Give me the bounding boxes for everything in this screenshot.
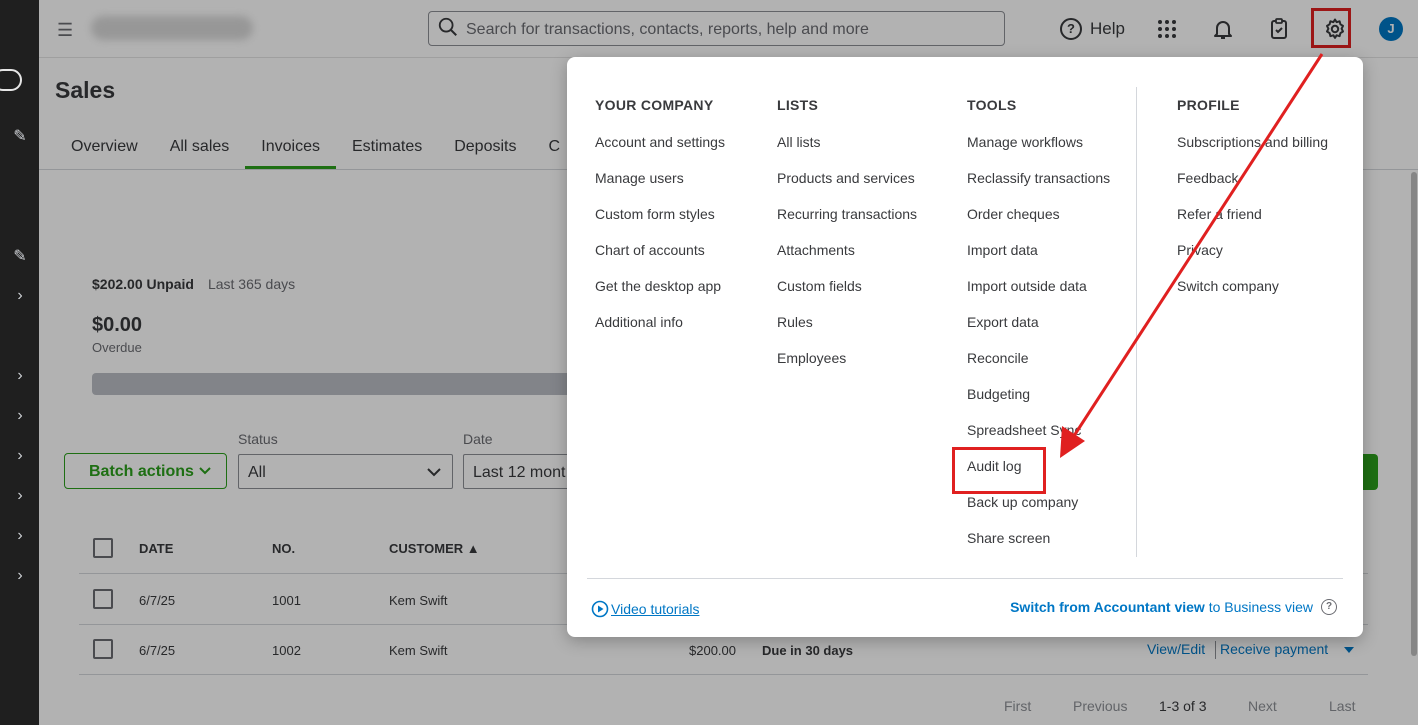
menu-item[interactable]: Switch company bbox=[1177, 278, 1328, 314]
chevron-right-icon[interactable]: › bbox=[10, 528, 30, 544]
video-tutorials-label: Video tutorials bbox=[611, 601, 700, 617]
pencil-icon[interactable]: ✎ bbox=[10, 249, 30, 265]
menu-item[interactable]: Custom fields bbox=[777, 278, 917, 314]
menu-item[interactable]: Reclassify transactions bbox=[967, 170, 1110, 206]
menu-item[interactable]: Account and settings bbox=[595, 134, 725, 170]
menu-column-divider bbox=[1136, 87, 1137, 557]
menu-footer-divider bbox=[587, 578, 1343, 579]
menu-heading: PROFILE bbox=[1177, 97, 1240, 113]
menu-item[interactable]: Feedback bbox=[1177, 170, 1328, 206]
menu-item[interactable]: Chart of accounts bbox=[595, 242, 725, 278]
chevron-right-icon[interactable]: › bbox=[10, 408, 30, 424]
menu-item[interactable]: Manage users bbox=[595, 170, 725, 206]
menu-item[interactable]: Additional info bbox=[595, 314, 725, 350]
switch-view-rest: to Business view bbox=[1208, 599, 1313, 615]
chevron-right-icon[interactable]: › bbox=[10, 568, 30, 584]
switch-view-bold: Switch from Accountant view bbox=[1010, 599, 1205, 615]
menu-item[interactable]: Import data bbox=[967, 242, 1110, 278]
question-icon[interactable]: ? bbox=[1321, 599, 1337, 615]
menu-item[interactable]: Get the desktop app bbox=[595, 278, 725, 314]
menu-col-your-company: YOUR COMPANY Account and settings Manage… bbox=[595, 97, 725, 350]
chevron-right-icon[interactable]: › bbox=[10, 368, 30, 384]
menu-item[interactable]: Custom form styles bbox=[595, 206, 725, 242]
chevron-right-icon[interactable]: › bbox=[10, 288, 30, 304]
menu-heading: LISTS bbox=[777, 97, 819, 113]
pencil-icon[interactable]: ✎ bbox=[10, 129, 30, 145]
menu-item[interactable]: Subscriptions and billing bbox=[1177, 134, 1328, 170]
audit-log-highlight-box bbox=[952, 447, 1046, 494]
switch-view-link[interactable]: Switch from Accountant view to Business … bbox=[1010, 599, 1337, 615]
menu-item[interactable]: Reconcile bbox=[967, 350, 1110, 386]
menu-item[interactable]: Import outside data bbox=[967, 278, 1110, 314]
rail-toggle-pill[interactable] bbox=[0, 69, 22, 91]
menu-col-profile: PROFILE Subscriptions and billing Feedba… bbox=[1177, 97, 1328, 314]
left-rail: ✎ ✎ › › › › › › › bbox=[0, 0, 39, 725]
menu-item[interactable]: Recurring transactions bbox=[777, 206, 917, 242]
menu-item[interactable]: Employees bbox=[777, 350, 917, 386]
menu-item[interactable]: Budgeting bbox=[967, 386, 1110, 422]
menu-heading: TOOLS bbox=[967, 97, 1017, 113]
menu-item[interactable]: Share screen bbox=[967, 530, 1110, 566]
menu-item[interactable]: Rules bbox=[777, 314, 917, 350]
menu-heading: YOUR COMPANY bbox=[595, 97, 714, 113]
menu-item[interactable]: Privacy bbox=[1177, 242, 1328, 278]
menu-item[interactable]: All lists bbox=[777, 134, 917, 170]
menu-col-lists: LISTS All lists Products and services Re… bbox=[777, 97, 917, 386]
menu-item[interactable]: Manage workflows bbox=[967, 134, 1110, 170]
menu-item[interactable]: Export data bbox=[967, 314, 1110, 350]
play-circle-icon bbox=[591, 600, 609, 618]
menu-item[interactable]: Products and services bbox=[777, 170, 917, 206]
menu-item[interactable]: Order cheques bbox=[967, 206, 1110, 242]
chevron-right-icon[interactable]: › bbox=[10, 448, 30, 464]
video-tutorials-link[interactable]: Video tutorials bbox=[591, 600, 699, 618]
menu-item[interactable]: Back up company bbox=[967, 494, 1110, 530]
menu-item[interactable]: Attachments bbox=[777, 242, 917, 278]
menu-item[interactable]: Refer a friend bbox=[1177, 206, 1328, 242]
settings-menu: YOUR COMPANY Account and settings Manage… bbox=[567, 57, 1363, 637]
chevron-right-icon[interactable]: › bbox=[10, 488, 30, 504]
menu-col-tools: TOOLS Manage workflows Reclassify transa… bbox=[967, 97, 1110, 566]
